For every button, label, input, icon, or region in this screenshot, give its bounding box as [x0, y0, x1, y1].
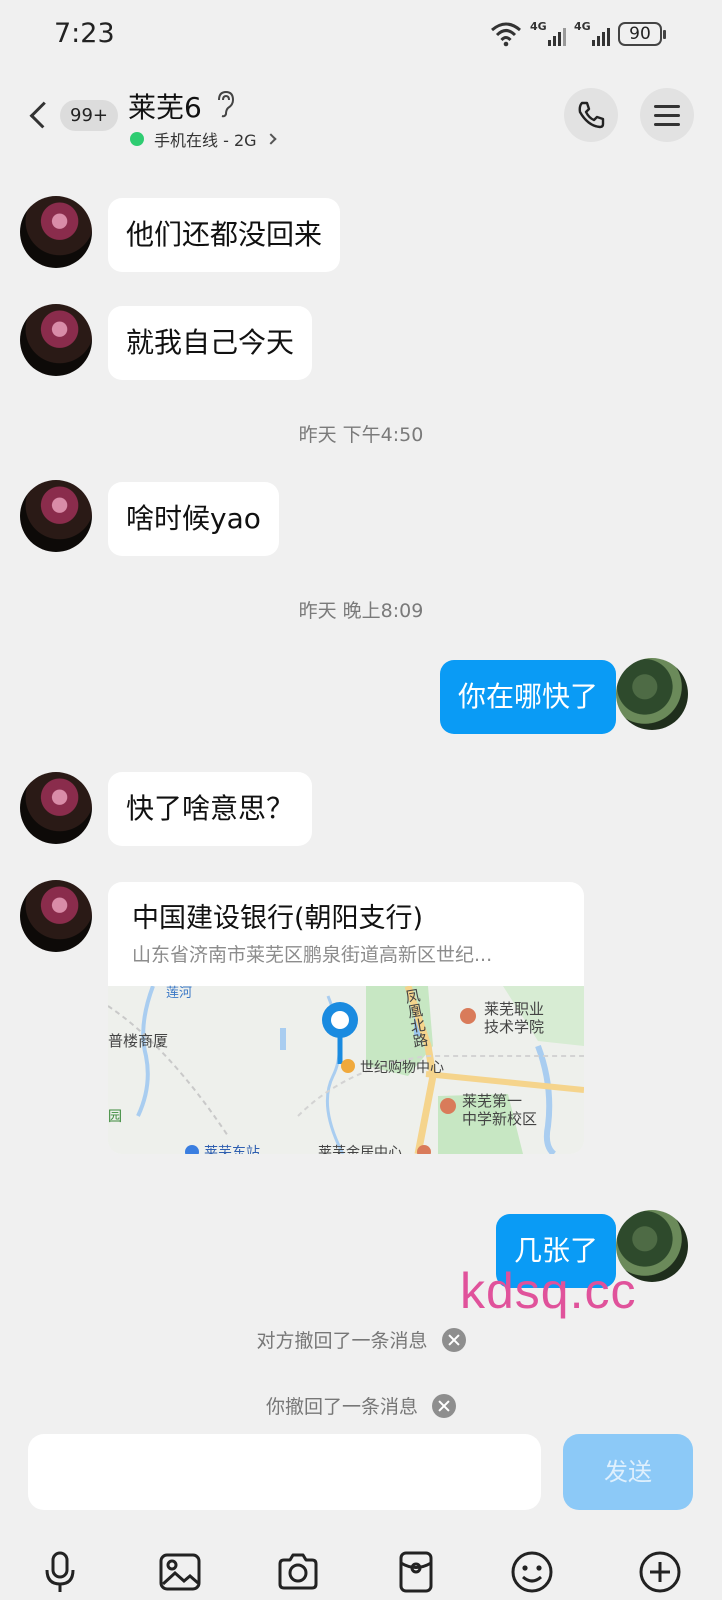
my-avatar[interactable] — [616, 658, 688, 730]
red-packet-button[interactable] — [392, 1548, 440, 1596]
message-timestamp: 昨天 晚上8:09 — [298, 600, 424, 622]
camera-button[interactable] — [274, 1548, 322, 1596]
input-bar: 发送 — [0, 1418, 722, 1600]
map-label: 世纪购物中心 — [360, 1060, 444, 1076]
voice-call-button[interactable] — [564, 88, 618, 142]
message-bubble[interactable]: 你在哪快了 — [439, 660, 616, 734]
chevron-left-icon — [29, 101, 57, 129]
location-title: 中国建设银行(朝阳支行) — [132, 903, 424, 934]
recall-text: 对方撤回了一条消息 — [256, 1330, 428, 1352]
microphone-icon — [45, 1551, 75, 1592]
recall-text: 你撤回了一条消息 — [265, 1396, 418, 1418]
message-input[interactable] — [28, 1434, 541, 1510]
map-label: 莱芜金居中心 — [318, 1145, 402, 1154]
emoji-button[interactable] — [508, 1548, 556, 1596]
back-button[interactable]: 99+ — [22, 90, 118, 140]
status-icons: 4G 4G 90 — [490, 20, 666, 48]
status-time: 7:23 — [54, 18, 115, 49]
image-icon — [159, 1553, 201, 1591]
message-row-outgoing: 你在哪快了 — [0, 656, 722, 736]
phone-icon — [578, 101, 605, 129]
message-row-incoming: 快了啥意思？ — [0, 770, 722, 850]
red-packet-icon — [399, 1551, 433, 1593]
message-bubble[interactable]: 快了啥意思？ — [108, 772, 313, 846]
message-timestamp: 昨天 下午4:50 — [298, 424, 424, 446]
unread-badge: 99+ — [60, 99, 118, 131]
map-label: 莱芜东站 — [204, 1145, 260, 1154]
wifi-icon — [491, 22, 521, 47]
online-status-text: 手机在线 - 2G — [154, 131, 257, 150]
recall-notice: 你撤回了一条消息 — [0, 1392, 722, 1419]
battery-icon: 90 — [618, 22, 666, 46]
contact-avatar[interactable] — [20, 772, 92, 844]
watermark: kdsq.cc — [460, 1263, 637, 1319]
contact-avatar[interactable] — [20, 880, 92, 952]
map-label: 园 — [108, 1109, 122, 1125]
chat-header: 99+ 莱芜6 手机在线 - 2G — [0, 72, 722, 164]
menu-button[interactable] — [640, 88, 694, 142]
voice-input-button[interactable] — [36, 1548, 84, 1596]
map-label: 普楼商厦 — [108, 1032, 169, 1050]
chevron-right-icon — [264, 133, 277, 145]
menu-icon — [654, 104, 680, 126]
plus-icon — [639, 1551, 681, 1593]
recall-notice: 对方撤回了一条消息 — [0, 1326, 722, 1353]
contact-avatar[interactable] — [20, 304, 92, 376]
message-bubble[interactable]: 他们还都没回来 — [108, 198, 341, 272]
emoji-icon — [511, 1551, 553, 1593]
message-row-incoming: 啥时候yao — [0, 478, 722, 558]
send-button[interactable]: 发送 — [563, 1434, 693, 1510]
ear-icon — [218, 90, 235, 118]
contact-avatar[interactable] — [20, 196, 92, 268]
network-type-label: 4G — [530, 20, 547, 33]
map-label: 中学新校区 — [462, 1110, 538, 1128]
cell-signal-1: 4G — [530, 20, 566, 48]
online-dot — [130, 132, 144, 146]
map-label: 莲河 — [166, 986, 193, 1001]
location-address: 山东省济南市莱芜区鹏泉街道高新区世纪... — [132, 944, 493, 966]
message-row-incoming: 他们还都没回来 — [0, 194, 722, 274]
message-bubble[interactable]: 就我自己今天 — [108, 306, 313, 380]
image-button[interactable] — [156, 1548, 204, 1596]
message-row-incoming: 就我自己今天 — [0, 302, 722, 382]
contact-avatar[interactable] — [20, 480, 92, 552]
map-label: 技术学院 — [484, 1018, 545, 1036]
message-bubble[interactable]: 啥时候yao — [108, 482, 279, 556]
network-type-label: 4G — [574, 20, 591, 33]
contact-name[interactable]: 莱芜6 — [128, 86, 202, 126]
input-toolbar — [0, 1548, 722, 1598]
online-status[interactable]: 手机在线 - 2G — [130, 127, 277, 151]
close-icon[interactable] — [441, 1327, 466, 1352]
location-card[interactable]: 中国建设银行(朝阳支行) 山东省济南市莱芜区鹏泉街道高新区世纪... 凤凰北路 … — [108, 882, 584, 1154]
location-map: 凤凰北路 莱芜职业 技术学院 世纪购物中心 莱芜第一 中学新校区 普楼商厦 莲河… — [108, 984, 584, 1154]
status-bar: 7:23 4G 4G 90 — [0, 0, 722, 72]
camera-icon — [278, 1553, 318, 1590]
more-button[interactable] — [636, 1548, 684, 1596]
cell-signal-2: 4G — [574, 20, 610, 48]
close-icon[interactable] — [432, 1393, 456, 1418]
